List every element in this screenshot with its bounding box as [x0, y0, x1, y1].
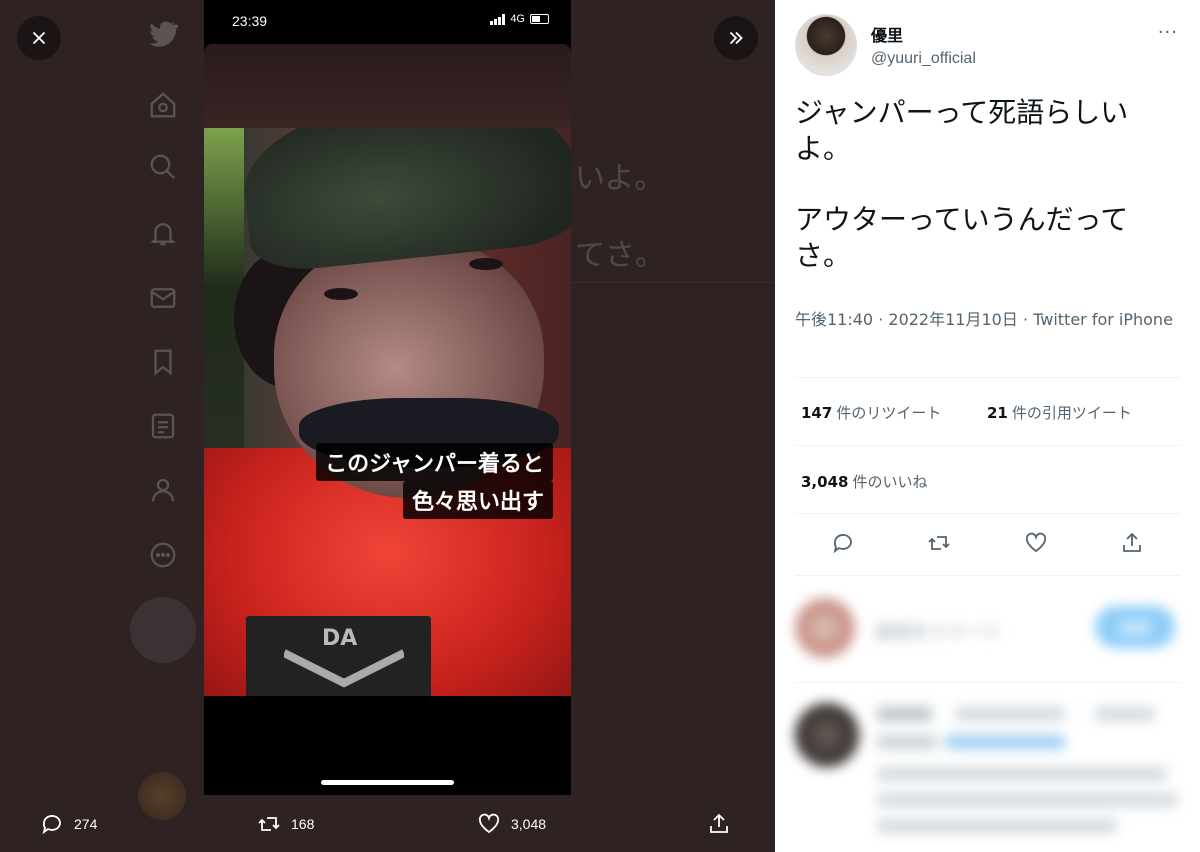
- author-handle[interactable]: @yuuri_official: [871, 50, 976, 68]
- signal-icon: [490, 13, 506, 25]
- phone-status-indicators: 4G: [490, 13, 549, 25]
- tweet-source[interactable]: Twitter for iPhone: [1033, 310, 1173, 329]
- tweet-text-paragraph: ジャンパーって死語らしいよ。: [795, 96, 1129, 166]
- notifications-icon: [148, 218, 178, 248]
- quotes-stat-count: 21: [987, 404, 1008, 422]
- tweet-text: ジャンパーって死語らしいよ。 アウターっていうんだってさ。: [795, 95, 1175, 309]
- likes-stat[interactable]: 3,048 件のいいね: [801, 471, 927, 492]
- retweet-button[interactable]: 168: [257, 812, 314, 836]
- retweets-stat-label: 件のリツイート: [836, 404, 942, 422]
- close-button[interactable]: [17, 16, 61, 60]
- retweets-stat-count: 147: [801, 404, 833, 422]
- retweets-stat[interactable]: 147 件のリツイート: [801, 402, 941, 423]
- background-divider: [570, 282, 775, 283]
- divider: [795, 445, 1180, 446]
- battery-icon: [530, 14, 549, 24]
- divider: [795, 682, 1180, 683]
- tweet-action-bar: [795, 525, 1180, 561]
- likes-stat-label: 件のいいね: [852, 473, 928, 491]
- like-button[interactable]: [1018, 525, 1054, 561]
- author-avatar[interactable]: [795, 14, 857, 76]
- messages-icon: [148, 283, 178, 313]
- retweet-icon: [258, 817, 280, 831]
- home-icon: [148, 90, 178, 120]
- divider: [795, 575, 1180, 576]
- compose-button-background: [130, 597, 196, 663]
- author-display-name[interactable]: 優里: [871, 22, 976, 46]
- tweet-metadata: 午後11:40 · 2022年11月10日 · Twitter for iPho…: [795, 310, 1173, 329]
- phone-status-time: 23:39: [232, 13, 268, 29]
- lists-icon: [148, 411, 178, 441]
- reply-composer: 返信をツイート 返信: [795, 598, 1185, 668]
- divider: [795, 377, 1180, 378]
- background-tweet-text: いよ。: [575, 161, 665, 196]
- retweet-count: 168: [291, 816, 315, 832]
- more-icon: [148, 540, 178, 570]
- likes-stat-count: 3,048: [801, 473, 849, 491]
- like-count: 3,048: [511, 816, 547, 832]
- heart-icon: [1025, 532, 1046, 553]
- expand-panel-button[interactable]: [714, 16, 758, 60]
- twitter-logo-icon: [148, 18, 180, 48]
- share-button[interactable]: [1114, 525, 1150, 561]
- bookmarks-icon: [148, 347, 178, 377]
- share-button[interactable]: [707, 812, 731, 836]
- jacket-logo: [284, 649, 404, 688]
- media-action-bar: 274 168 3,048: [0, 800, 775, 852]
- reply-tweet-avatar: [795, 703, 859, 767]
- retweet-icon: [928, 536, 951, 550]
- story-header: [204, 44, 571, 128]
- share-icon: [710, 813, 728, 833]
- photo-caption-line-1: このジャンパー着ると: [316, 443, 553, 481]
- selfie-photo: DA: [204, 128, 571, 696]
- reply-submit-button[interactable]: 返信: [1095, 606, 1175, 648]
- tweet-date[interactable]: 2022年11月10日: [888, 310, 1017, 329]
- reply-avatar: [795, 598, 855, 658]
- share-icon: [1122, 532, 1141, 552]
- tweet-detail-panel: 優里 @yuuri_official ··· ジャンパーって死語らしいよ。 アウ…: [775, 0, 1200, 852]
- retweet-button[interactable]: [921, 525, 957, 561]
- network-type: 4G: [510, 13, 525, 25]
- divider: [795, 513, 1180, 514]
- reply-button[interactable]: [825, 525, 861, 561]
- background-tweet-text: てさ。: [575, 238, 665, 273]
- profile-icon: [148, 475, 178, 505]
- double-chevron-right-icon: [729, 31, 743, 45]
- quotes-stat[interactable]: 21 件の引用ツイート: [987, 402, 1132, 423]
- close-icon: [32, 31, 46, 45]
- reply-icon: [833, 534, 853, 554]
- reply-count: 274: [74, 816, 98, 832]
- like-button[interactable]: 3,048: [477, 812, 546, 836]
- tweet-time[interactable]: 午後11:40: [795, 310, 873, 329]
- media-image: 23:39 4G DA このジャンパー着ると 色々思い出す: [204, 0, 571, 795]
- reply-icon: [42, 815, 61, 835]
- more-options-button[interactable]: ···: [1158, 22, 1178, 43]
- reply-tweet[interactable]: [795, 695, 1190, 852]
- photo-caption-line-2: 色々思い出す: [402, 481, 553, 519]
- reply-button[interactable]: 274: [40, 812, 97, 836]
- tweet-author: 優里 @yuuri_official: [795, 14, 976, 76]
- home-indicator: [321, 780, 454, 785]
- heart-icon: [478, 813, 500, 834]
- explore-icon: [148, 152, 178, 182]
- media-viewer: いよ。 てさ。 23:39 4G DA このジャンパー着ると 色々思い出す 27…: [0, 0, 775, 852]
- quotes-stat-label: 件の引用ツイート: [1011, 404, 1132, 422]
- tweet-text-paragraph: アウターっていうんだってさ。: [795, 202, 1129, 273]
- reply-input[interactable]: 返信をツイート: [875, 618, 1001, 644]
